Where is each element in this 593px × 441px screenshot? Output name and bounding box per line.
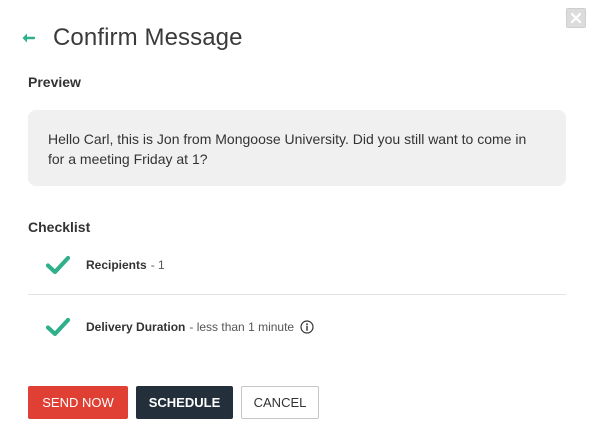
checklist-item-delivery-duration: Delivery Duration - less than 1 minute [28,307,566,347]
checklist-item-name: Delivery Duration [86,320,186,334]
divider [28,294,566,295]
preview-label: Preview [28,74,81,90]
checkmark-icon [46,317,70,337]
checklist-item-name: Recipients [86,258,147,272]
schedule-button[interactable]: SCHEDULE [136,386,233,419]
modal-header: Confirm Message [20,22,243,54]
checklist-item-recipients: Recipients - 1 [28,245,566,285]
message-preview-text: Hello Carl, this is Jon from Mongoose Un… [48,131,527,167]
message-preview: Hello Carl, this is Jon from Mongoose Un… [28,110,566,186]
checklist-label: Checklist [28,219,91,235]
checklist-item-detail: - 1 [150,258,165,272]
checkmark-icon [46,255,70,275]
info-icon[interactable] [300,320,314,334]
checklist-item-detail: - less than 1 minute [189,320,295,334]
send-now-button[interactable]: SEND NOW [28,386,128,419]
close-icon [570,12,582,24]
close-button[interactable] [566,8,586,28]
confirm-message-modal: Confirm Message Preview Hello Carl, this… [0,0,593,441]
page-title: Confirm Message [53,24,243,51]
arrow-left-icon[interactable] [20,31,36,45]
cancel-button[interactable]: CANCEL [241,386,319,419]
